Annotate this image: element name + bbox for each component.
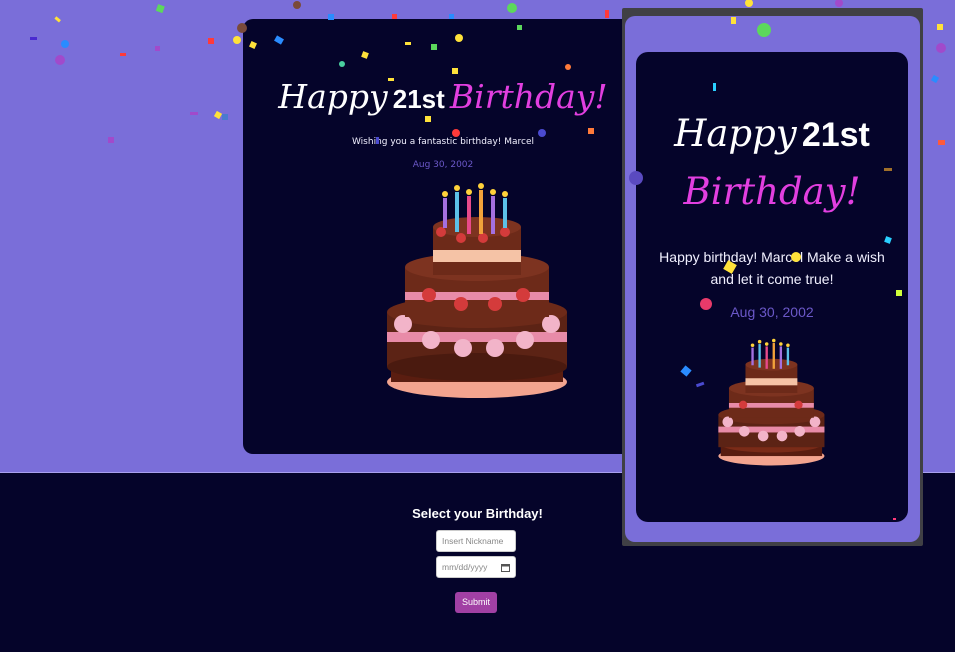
- form-title: Select your Birthday!: [412, 506, 543, 521]
- calendar-icon[interactable]: [501, 563, 510, 572]
- nickname-input[interactable]: Insert Nickname: [436, 530, 516, 552]
- birthday-date-input[interactable]: mm/dd/yyyy: [436, 556, 516, 578]
- confetti-icon: [30, 0, 946, 520]
- submit-button[interactable]: Submit: [455, 592, 497, 613]
